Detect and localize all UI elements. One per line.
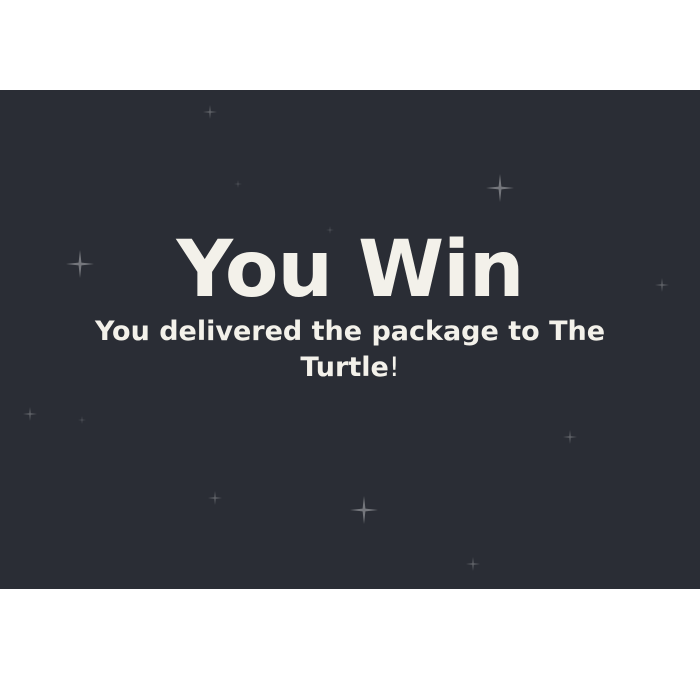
win-title: You Win xyxy=(176,225,525,315)
sparkle-star-icon xyxy=(486,174,514,202)
sparkle-star-icon xyxy=(234,180,242,188)
win-message: You delivered the package to The Turtle! xyxy=(60,314,640,386)
game-win-screen: You Win You delivered the package to The… xyxy=(0,90,700,589)
page: You Win You delivered the package to The… xyxy=(0,0,700,700)
sparkle-star-icon xyxy=(23,407,37,421)
sparkle-star-icon xyxy=(78,416,86,424)
sparkle-star-icon xyxy=(350,496,378,524)
sparkle-star-icon xyxy=(203,105,217,119)
sparkle-star-icon xyxy=(466,557,480,571)
win-message-text: You delivered the package to The Turtle xyxy=(94,316,606,383)
sparkle-star-icon xyxy=(208,491,222,505)
win-message-suffix: ! xyxy=(388,352,400,383)
sparkle-star-icon xyxy=(563,430,577,444)
